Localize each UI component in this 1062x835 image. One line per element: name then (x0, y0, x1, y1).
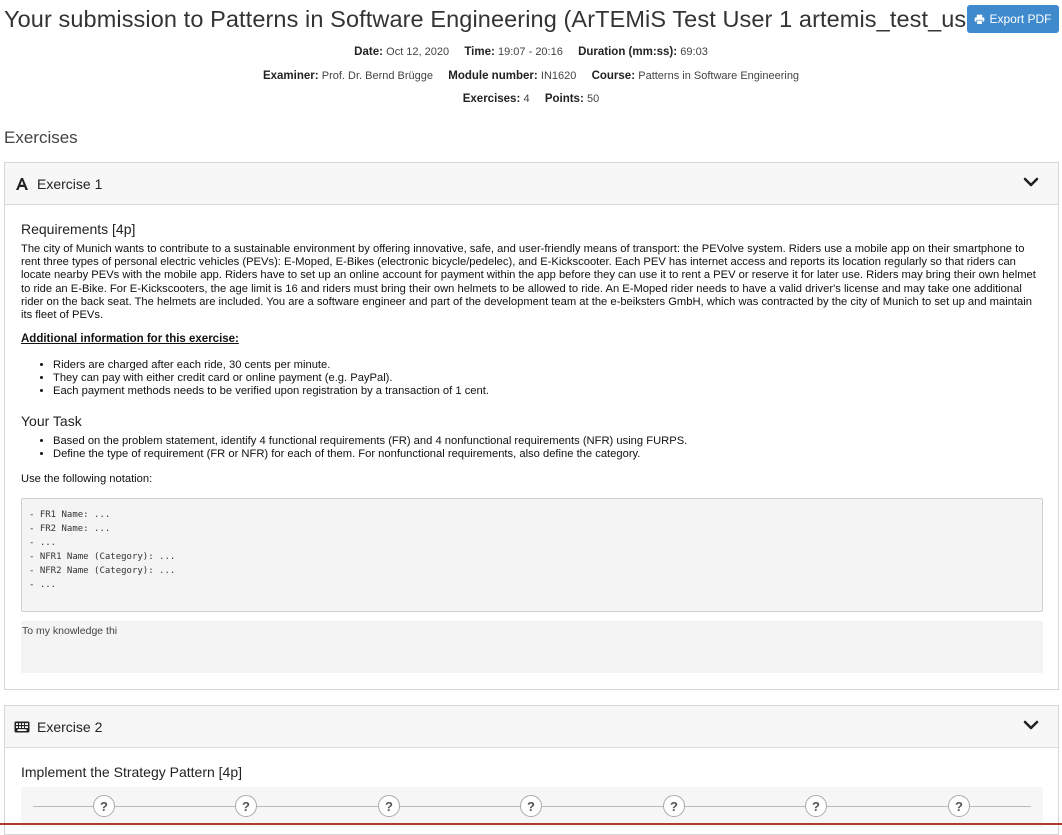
task-status-node[interactable]: ? (805, 795, 827, 817)
additional-info-title: Additional information for this exercise… (21, 333, 239, 345)
task-status-node[interactable]: ? (948, 795, 970, 817)
exercise-1-title: Exercise 1 (37, 175, 103, 192)
exam-meta-row-1: Date: Oct 12, 2020 Time: 19:07 - 20:16 D… (354, 46, 708, 58)
exercise-2-card: Exercise 2 Implement the Strategy Patter… (4, 705, 1059, 835)
list-item: Riders are charged after each ride, 30 c… (53, 359, 489, 372)
exercise-1-header[interactable]: Exercise 1 (5, 163, 1058, 205)
exercise-2-title: Exercise 2 (37, 718, 103, 735)
problem-statement: The city of Munich wants to contribute t… (21, 243, 1036, 322)
exercise-2-header[interactable]: Exercise 2 (5, 706, 1058, 748)
exercises-heading: Exercises (4, 128, 78, 147)
task-title: Your Task (21, 413, 82, 429)
exam-date: Oct 12, 2020 (386, 46, 450, 58)
exam-meta-row-3: Exercises: 4 Points: 50 (462, 93, 600, 105)
export-pdf-button[interactable]: Export PDF (967, 5, 1059, 33)
exercise-2-problem-title: Implement the Strategy Pattern [4p] (21, 764, 243, 780)
list-item: Each payment methods needs to be verifie… (53, 385, 489, 398)
total-points: 50 (587, 93, 600, 105)
course-name: Patterns in Software Engineering (638, 70, 800, 82)
task-status-node[interactable]: ? (520, 795, 542, 817)
additional-info-list: Riders are charged after each ride, 30 c… (21, 359, 489, 398)
notation-code-block: - FR1 Name: ... - FR2 Name: ... - ... - … (21, 498, 1043, 612)
task-list: Based on the problem statement, identify… (21, 435, 687, 461)
task-status-node[interactable]: ? (663, 795, 685, 817)
examiner-name: Prof. Dr. Bernd Brügge (321, 70, 434, 82)
submitted-answer: To my knowledge thi (21, 621, 1043, 673)
exercise-count: 4 (523, 93, 530, 105)
exam-meta-row-2: Examiner: Prof. Dr. Bernd Brügge Module … (262, 70, 800, 82)
module-number: IN1620 (540, 70, 577, 82)
exam-time: 19:07 - 20:16 (498, 46, 563, 58)
task-stepper: ? ? ? ? ? ? ? (21, 787, 1043, 827)
export-pdf-label: Export PDF (989, 12, 1052, 26)
list-item: Based on the problem statement, identify… (53, 435, 687, 448)
task-status-node[interactable]: ? (235, 795, 257, 817)
list-item: Define the type of requirement (FR or NF… (53, 448, 687, 461)
keyboard-icon (14, 719, 30, 735)
notation-label: Use the following notation: (21, 473, 153, 485)
list-item: They can pay with either credit card or … (53, 372, 489, 385)
text-icon (14, 176, 30, 192)
task-status-node[interactable]: ? (378, 795, 400, 817)
chevron-down-icon[interactable] (1022, 173, 1040, 191)
exercise-1-problem-title: Requirements [4p] (21, 221, 136, 237)
exercise-1-card: Exercise 1 Requirements [4p] The city of… (4, 162, 1059, 690)
exam-duration: 69:03 (680, 46, 708, 58)
task-status-node[interactable]: ? (93, 795, 115, 817)
chevron-down-icon[interactable] (1022, 716, 1040, 734)
printer-icon (975, 14, 985, 25)
page-title: Your submission to Patterns in Software … (4, 6, 1022, 32)
